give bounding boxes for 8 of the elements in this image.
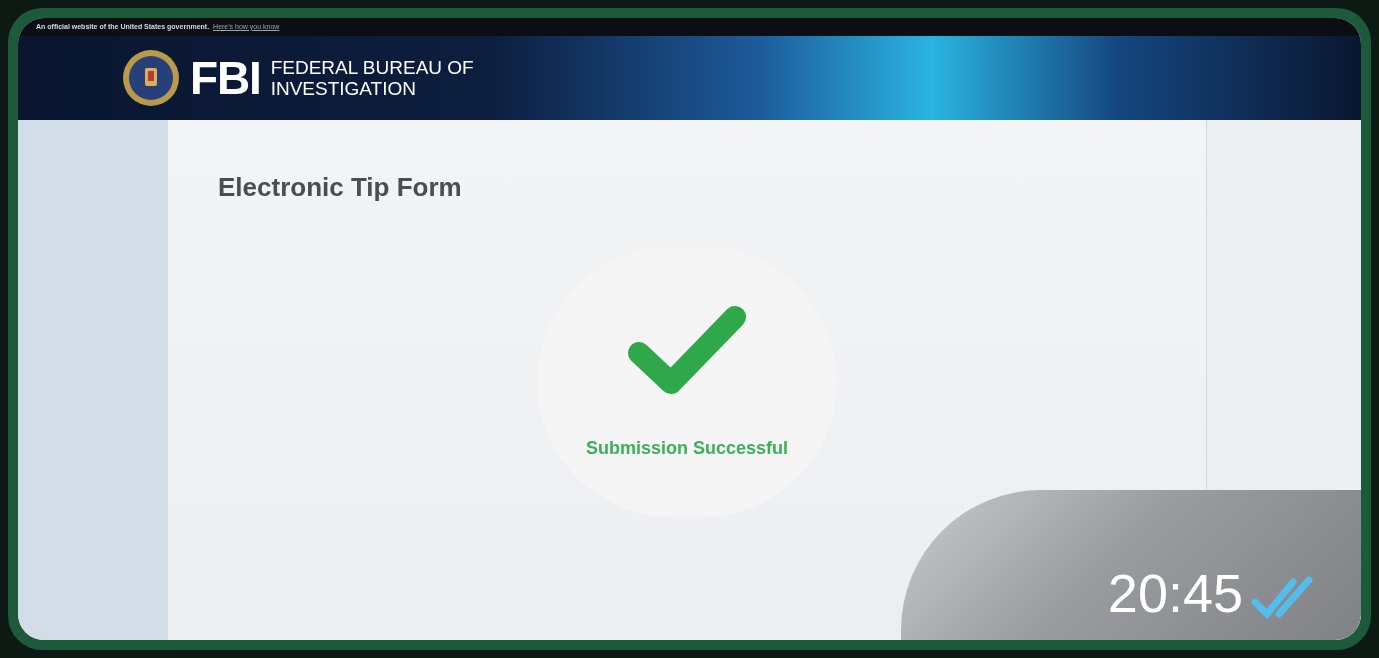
agency-name: INVESTIGATION xyxy=(270,78,417,99)
seal-icon xyxy=(122,49,180,107)
agency-name: FEDERAL BUREAU OF xyxy=(270,57,474,78)
message-time: 20:45 xyxy=(1107,566,1243,620)
checkmark-icon xyxy=(627,303,747,395)
status-text: Submission Successful xyxy=(585,437,789,460)
page-title: Electronic Tip Form xyxy=(218,171,463,204)
logo-text: FBI xyxy=(190,55,261,101)
